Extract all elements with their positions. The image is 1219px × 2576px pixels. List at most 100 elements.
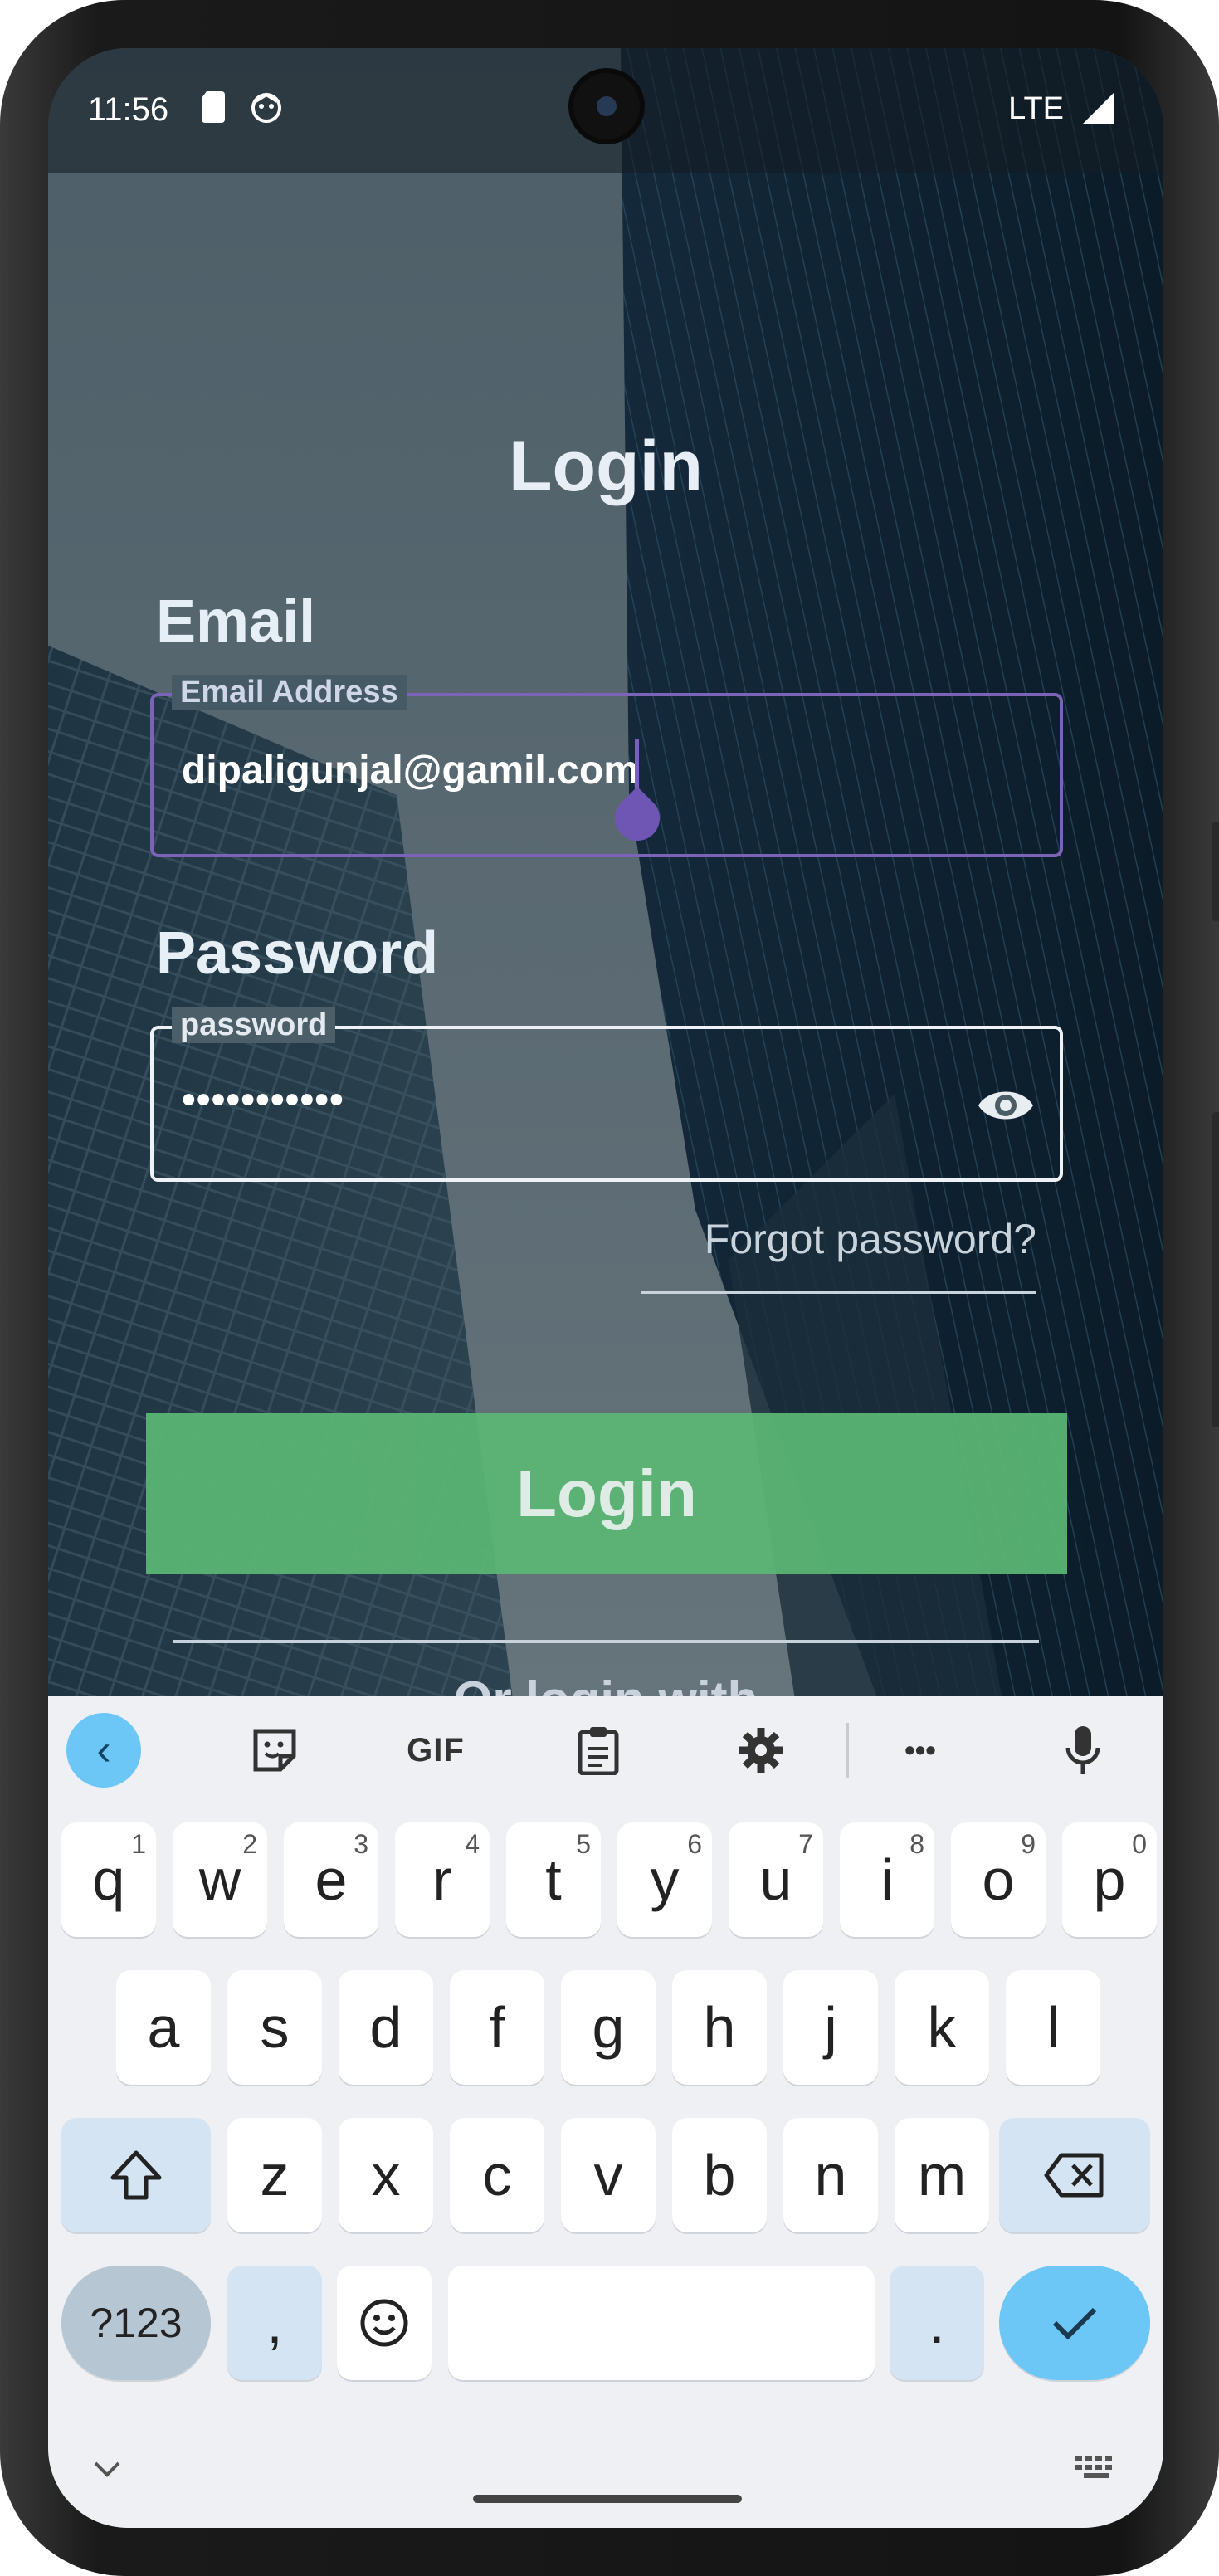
key-v[interactable]: v — [561, 2118, 656, 2232]
key-g[interactable]: g — [561, 1970, 656, 2085]
key-label: m — [917, 2143, 967, 2208]
password-value[interactable]: ••••••••••• — [182, 1077, 344, 1123]
key-d[interactable]: d — [339, 1970, 433, 2085]
password-field-legend: password — [172, 1007, 336, 1043]
key-label: w — [198, 1847, 241, 1912]
key-label: u — [759, 1847, 792, 1912]
key-p[interactable]: p0 — [1062, 1822, 1157, 1937]
key-hint: 7 — [798, 1829, 813, 1859]
key-a[interactable]: a — [116, 1970, 211, 2085]
key-label: d — [369, 1995, 402, 2060]
key-label: n — [814, 2143, 847, 2208]
key-h[interactable]: h — [672, 1970, 767, 2085]
key-hint: 0 — [1132, 1829, 1147, 1859]
clipboard-icon[interactable] — [561, 1713, 636, 1788]
key-x[interactable]: x — [339, 2118, 433, 2232]
key-w[interactable]: w2 — [173, 1822, 267, 1937]
key-label: e — [315, 1847, 348, 1912]
shift-key[interactable] — [61, 2118, 211, 2232]
email-value[interactable]: dipaligunjal@gamil.com — [182, 748, 639, 793]
key-k[interactable]: k — [895, 1970, 989, 2085]
password-label: Password — [156, 920, 439, 987]
key-label: y — [650, 1847, 680, 1912]
key-m[interactable]: m — [895, 2118, 989, 2232]
page-title: Login — [508, 427, 704, 506]
key-b[interactable]: b — [672, 2118, 767, 2232]
key-l[interactable]: l — [1006, 1970, 1100, 2085]
key-f[interactable]: f — [450, 1970, 544, 2085]
key-hint: 2 — [242, 1829, 257, 1859]
hide-keyboard-chevron-icon[interactable] — [93, 2447, 121, 2488]
key-e[interactable]: e3 — [284, 1822, 378, 1937]
key-c[interactable]: c — [450, 2118, 544, 2232]
email-field[interactable]: Email Address dipaligunjal@gamil.com — [150, 675, 1063, 857]
key-hint: 9 — [1021, 1829, 1036, 1859]
key-label: j — [824, 1995, 837, 2060]
toolbar-separator — [846, 1723, 849, 1778]
soft-keyboard: ‹ GIF ••• ?123 , . q 1 w 2 e 3 r 4 t 5 y… — [48, 1696, 1163, 2528]
key-label: x — [371, 2143, 401, 2208]
key-label: k — [927, 1995, 957, 2060]
password-field[interactable]: password ••••••••••• — [150, 1007, 1063, 1182]
key-label: l — [1046, 1995, 1060, 2060]
key-hint: 6 — [687, 1829, 702, 1859]
keyboard-switch-icon[interactable] — [1074, 2455, 1120, 2486]
login-button[interactable]: Login — [146, 1413, 1067, 1574]
key-t[interactable]: t5 — [506, 1822, 601, 1937]
key-r[interactable]: r4 — [395, 1822, 490, 1937]
space-key[interactable] — [448, 2266, 875, 2380]
key-label: r — [432, 1847, 452, 1912]
backspace-key[interactable] — [999, 2118, 1150, 2232]
key-j[interactable]: j — [783, 1970, 878, 2085]
forgot-password-link[interactable]: Forgot password? — [641, 1215, 1036, 1294]
key-label: i — [880, 1847, 894, 1912]
key-label: p — [1093, 1847, 1126, 1912]
key-q[interactable]: q1 — [61, 1822, 156, 1937]
eye-icon[interactable] — [977, 1081, 1035, 1130]
key-u[interactable]: u7 — [729, 1822, 823, 1937]
key-label: g — [592, 1995, 625, 2060]
key-label: o — [982, 1847, 1015, 1912]
key-z[interactable]: z — [227, 2118, 322, 2232]
front-camera — [573, 73, 640, 139]
key-label: h — [703, 1995, 736, 2060]
symbols-key[interactable]: ?123 — [61, 2266, 211, 2380]
key-label: a — [147, 1995, 180, 2060]
power-button — [1212, 1112, 1219, 1427]
back-chevron-icon[interactable]: ‹ — [66, 1713, 141, 1788]
phone-frame: 11:56 LTE Login Email Email Address dipa… — [0, 0, 1219, 2576]
more-options-icon[interactable]: ••• — [883, 1713, 958, 1788]
key-label: z — [260, 2143, 290, 2208]
sticker-icon[interactable] — [237, 1713, 312, 1788]
gesture-nav-bar[interactable] — [473, 2495, 742, 2503]
gif-button[interactable]: GIF — [398, 1713, 473, 1788]
sd-card-icon — [199, 91, 229, 124]
key-y[interactable]: y6 — [617, 1822, 712, 1937]
app-notification-icon — [251, 91, 281, 124]
key-hint: 1 — [131, 1829, 146, 1859]
key-i[interactable]: i8 — [840, 1822, 934, 1937]
settings-gear-icon[interactable] — [724, 1713, 798, 1788]
key-n[interactable]: n — [783, 2118, 878, 2232]
comma-key[interactable]: , — [227, 2266, 322, 2380]
divider — [173, 1640, 1039, 1643]
keyboard-toolbar: ‹ GIF ••• — [48, 1696, 1163, 1804]
key-hint: 8 — [909, 1829, 924, 1859]
key-o[interactable]: o9 — [951, 1822, 1046, 1937]
key-label: b — [703, 2143, 736, 2208]
signal-icon — [1082, 93, 1114, 126]
key-hint: 5 — [576, 1829, 591, 1859]
key-label: c — [482, 2143, 512, 2208]
key-s[interactable]: s — [227, 1970, 322, 2085]
email-label: Email — [156, 588, 316, 655]
emoji-key[interactable] — [337, 2266, 432, 2380]
microphone-icon[interactable] — [1046, 1713, 1120, 1788]
screen: 11:56 LTE Login Email Email Address dipa… — [48, 48, 1163, 2528]
key-label: v — [593, 2143, 623, 2208]
enter-check-key[interactable] — [999, 2266, 1150, 2380]
period-key[interactable]: . — [890, 2266, 984, 2380]
key-hint: 3 — [354, 1829, 368, 1859]
key-label: q — [92, 1847, 125, 1912]
status-time: 11:56 — [88, 91, 169, 128]
cursor-handle[interactable] — [605, 786, 670, 851]
